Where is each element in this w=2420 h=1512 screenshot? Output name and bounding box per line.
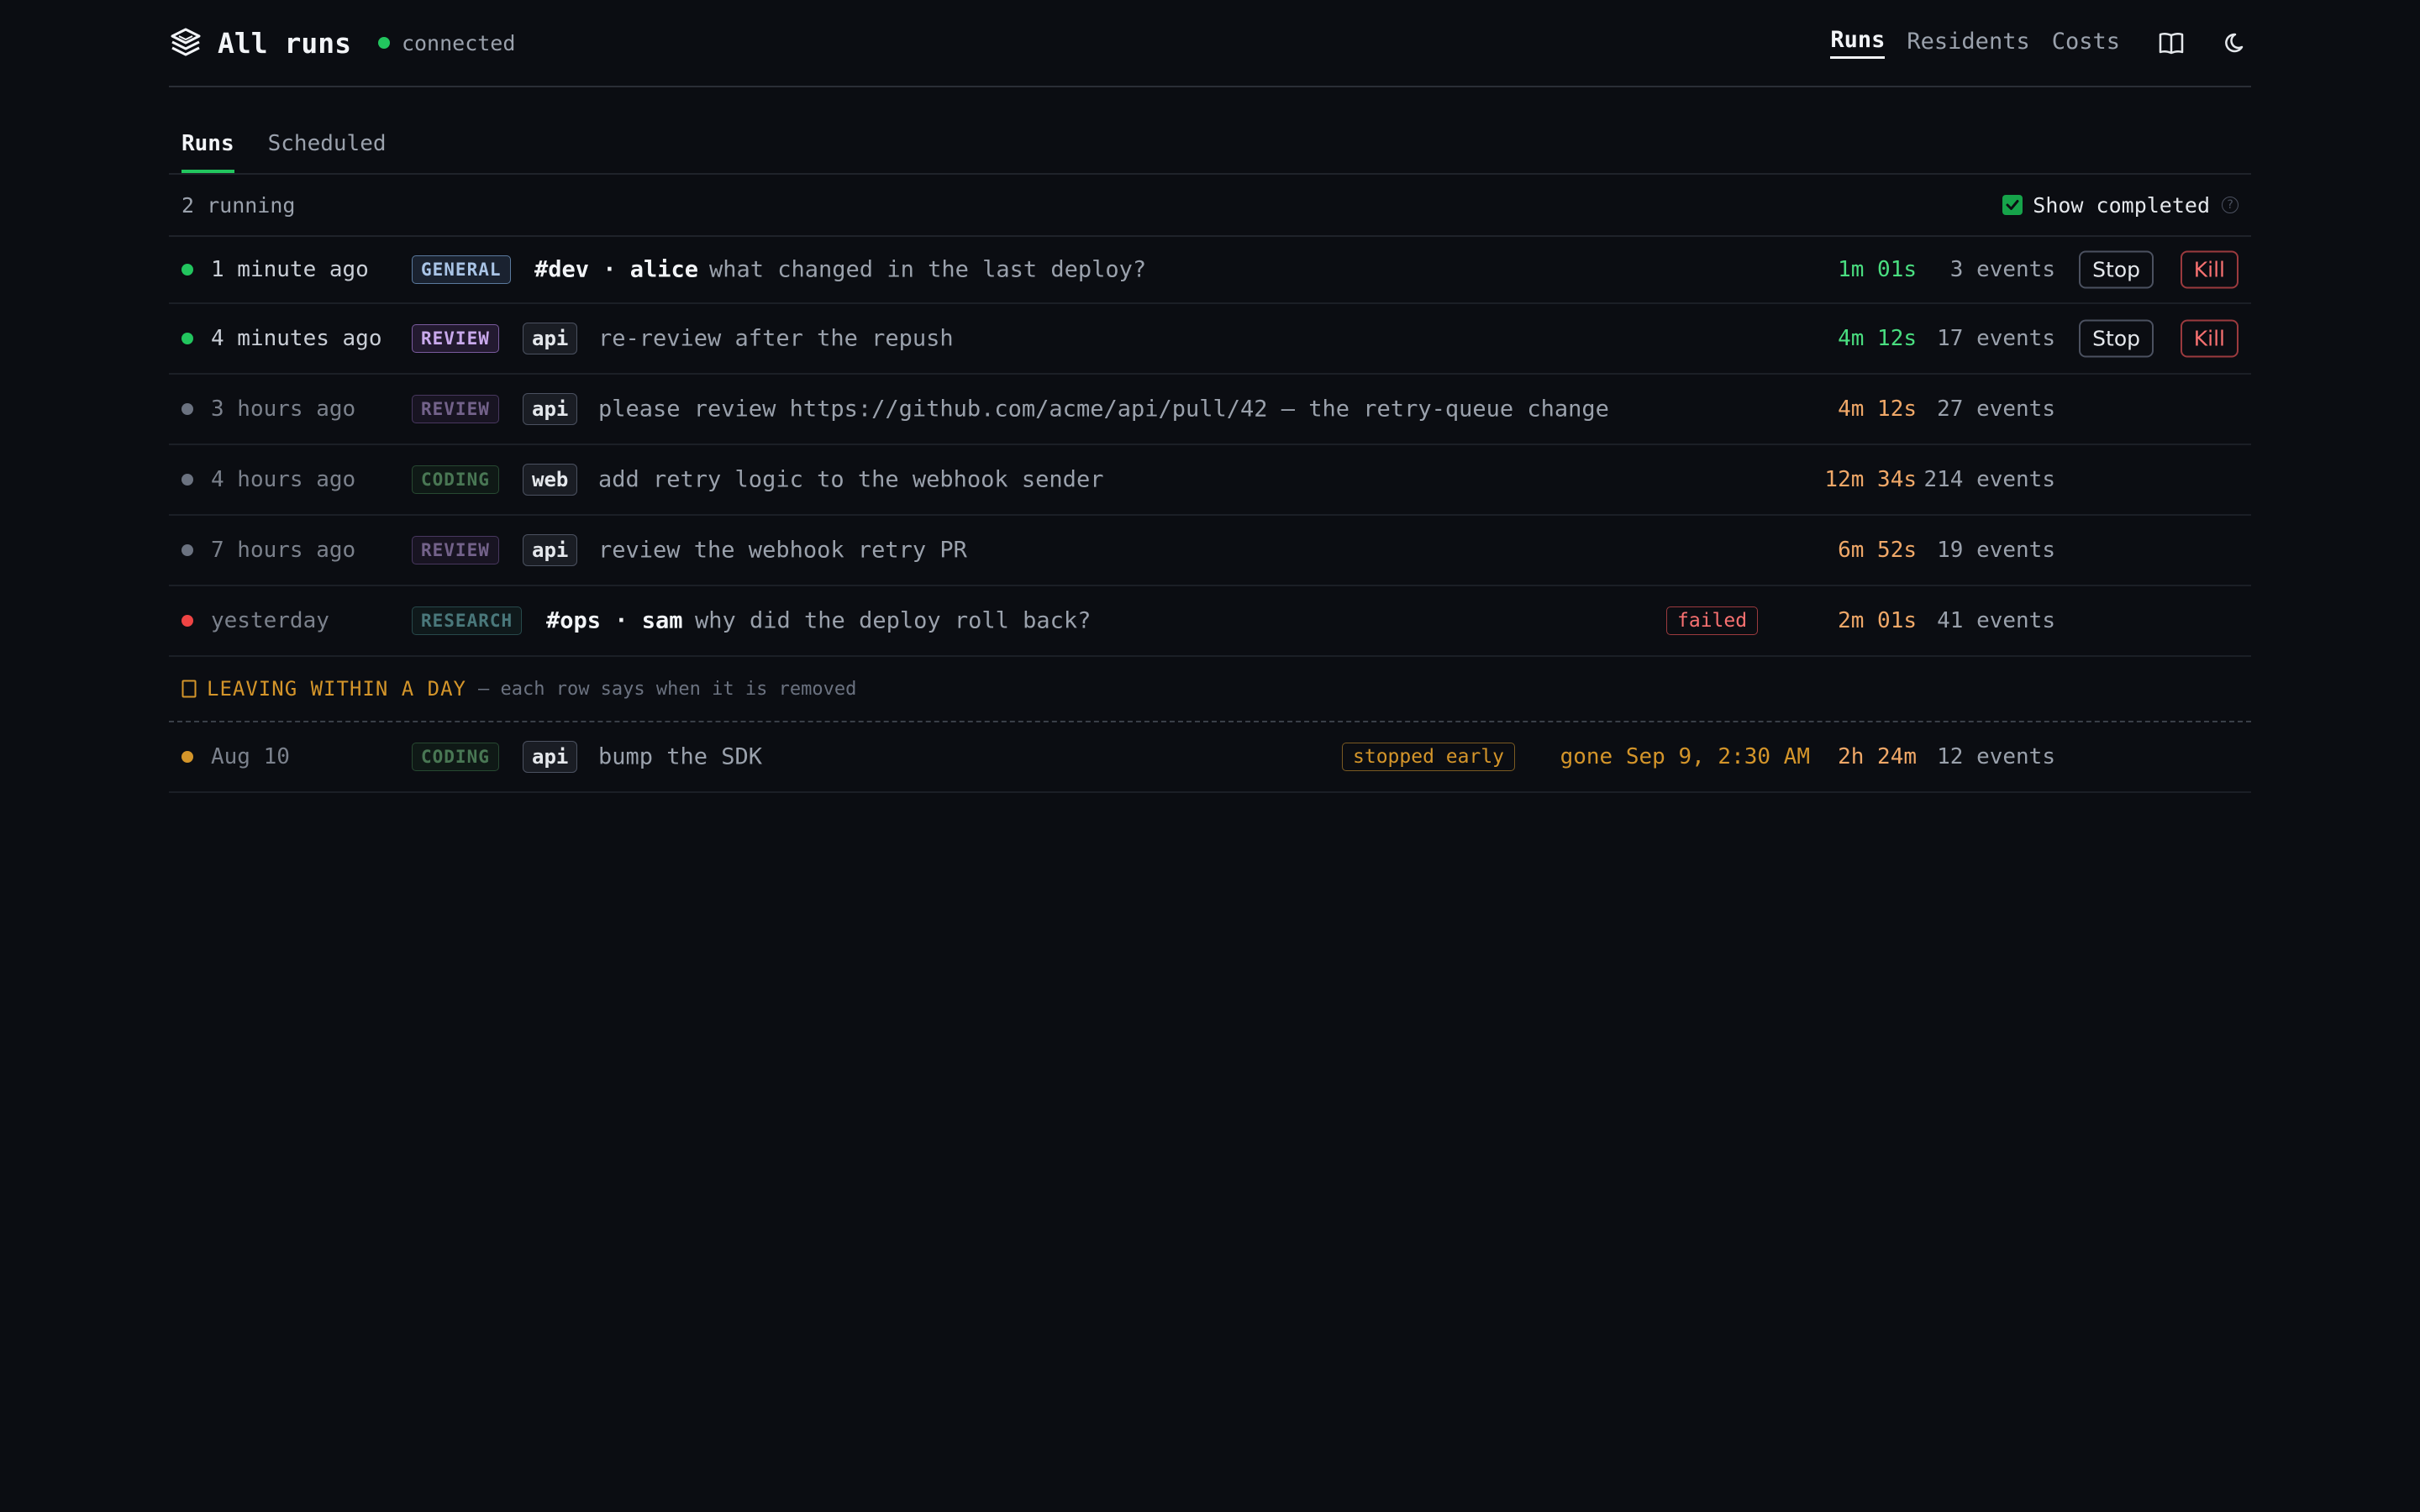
kind-badge: REVIEW bbox=[412, 536, 499, 564]
kind-badge: CODING bbox=[412, 465, 499, 494]
show-completed-toggle[interactable]: Show completed ? bbox=[2002, 193, 2238, 218]
kind-badge: RESEARCH bbox=[412, 606, 523, 635]
page-title: All runs bbox=[218, 26, 351, 60]
book-icon[interactable] bbox=[2157, 29, 2186, 57]
repo-badge: api bbox=[523, 741, 578, 773]
stop-button[interactable]: Stop bbox=[2079, 250, 2154, 289]
show-completed-label: Show completed bbox=[2033, 192, 2210, 218]
channel-label: #ops · sam bbox=[546, 607, 683, 634]
status-dot-completed bbox=[182, 474, 193, 486]
run-prompt: add retry logic to the webhook sender bbox=[598, 466, 1104, 493]
status-dot-running bbox=[182, 333, 193, 344]
status-dot-completed bbox=[182, 403, 193, 415]
status-dot-failed bbox=[182, 615, 193, 627]
run-row[interactable]: Aug 10 CODING api bump the SDK stopped e… bbox=[169, 722, 2251, 793]
nav-residents[interactable]: Residents bbox=[1907, 29, 2029, 58]
kind-badge: REVIEW bbox=[412, 395, 499, 423]
run-prompt: why did the deploy roll back? bbox=[695, 607, 1092, 634]
run-time: 3 hours ago bbox=[211, 396, 356, 422]
failed-badge: failed bbox=[1666, 606, 1759, 635]
run-duration: 1m 01s bbox=[1838, 257, 1917, 282]
hourglass-icon bbox=[182, 680, 197, 698]
run-prompt: what changed in the last deploy? bbox=[709, 256, 1147, 283]
run-row[interactable]: 3 hours ago REVIEW api please review htt… bbox=[169, 375, 2251, 445]
tab-bar: Runs Scheduled bbox=[169, 87, 2251, 175]
run-row[interactable]: 4 minutes ago REVIEW api re-review after… bbox=[169, 304, 2251, 375]
status-dot-running bbox=[182, 264, 193, 276]
run-time: yesterday bbox=[211, 608, 329, 633]
run-duration: 6m 52s bbox=[1838, 538, 1917, 563]
kill-button[interactable]: Kill bbox=[2180, 250, 2238, 289]
leaving-title: LEAVING WITHIN A DAY bbox=[207, 677, 466, 701]
nav-costs[interactable]: Costs bbox=[2052, 29, 2120, 58]
run-time: 4 hours ago bbox=[211, 467, 356, 492]
connection-label: connected bbox=[401, 30, 516, 55]
run-duration: 12m 34s bbox=[1824, 467, 1917, 492]
top-bar: All runs connected Runs Residents Costs bbox=[169, 0, 2251, 87]
event-count: 3 events bbox=[1949, 257, 2055, 282]
run-time: 4 minutes ago bbox=[211, 326, 382, 351]
run-duration: 4m 12s bbox=[1838, 326, 1917, 351]
tab-scheduled[interactable]: Scheduled bbox=[268, 131, 387, 173]
kill-button[interactable]: Kill bbox=[2180, 319, 2238, 358]
kind-badge: CODING bbox=[412, 743, 499, 771]
kind-badge: REVIEW bbox=[412, 324, 499, 353]
run-row[interactable]: 1 minute ago GENERAL #dev · alice what c… bbox=[169, 237, 2251, 304]
event-count: 12 events bbox=[1937, 744, 2055, 769]
run-prompt: bump the SDK bbox=[598, 743, 763, 770]
run-prompt: please review https://github.com/acme/ap… bbox=[598, 396, 1609, 423]
repo-badge: api bbox=[523, 323, 578, 354]
event-count: 41 events bbox=[1937, 608, 2055, 633]
run-row[interactable]: 7 hours ago REVIEW api review the webhoo… bbox=[169, 516, 2251, 586]
header-left: All runs connected bbox=[169, 26, 515, 60]
run-time: 7 hours ago bbox=[211, 538, 356, 563]
connection-dot bbox=[377, 37, 390, 49]
stop-button[interactable]: Stop bbox=[2079, 319, 2154, 358]
kind-badge: GENERAL bbox=[412, 255, 511, 284]
show-completed-checkbox[interactable] bbox=[2002, 195, 2023, 215]
tab-runs[interactable]: Runs bbox=[182, 131, 234, 173]
event-count: 27 events bbox=[1937, 396, 2055, 422]
run-duration: 2h 24m bbox=[1838, 744, 1917, 769]
repo-badge: api bbox=[523, 534, 578, 566]
status-dot-stopped bbox=[182, 751, 193, 763]
connection-status: connected bbox=[377, 30, 516, 55]
event-count: 214 events bbox=[1923, 467, 2055, 492]
run-prompt: review the webhook retry PR bbox=[598, 537, 967, 564]
leaving-section-header: LEAVING WITHIN A DAY — each row says whe… bbox=[169, 657, 2251, 722]
run-row[interactable]: yesterday RESEARCH #ops · sam why did th… bbox=[169, 586, 2251, 657]
help-icon[interactable]: ? bbox=[2222, 197, 2238, 213]
run-prompt: re-review after the repush bbox=[598, 325, 954, 352]
gone-date: gone Sep 9, 2:30 AM bbox=[1560, 744, 1810, 769]
stopped-early-badge: stopped early bbox=[1342, 743, 1516, 771]
event-count: 17 events bbox=[1937, 326, 2055, 351]
leaving-subtitle: — each row says when it is removed bbox=[477, 678, 857, 700]
run-time: 1 minute ago bbox=[211, 257, 369, 282]
run-time: Aug 10 bbox=[211, 744, 290, 769]
run-row[interactable]: 4 hours ago CODING web add retry logic t… bbox=[169, 445, 2251, 516]
status-dot-completed bbox=[182, 544, 193, 556]
check-icon bbox=[2006, 200, 2019, 210]
event-count: 19 events bbox=[1937, 538, 2055, 563]
run-duration: 2m 01s bbox=[1838, 608, 1917, 633]
header-nav: Runs Residents Costs bbox=[1808, 27, 2251, 59]
nav-runs[interactable]: Runs bbox=[1830, 27, 1886, 59]
run-duration: 4m 12s bbox=[1838, 396, 1917, 422]
repo-badge: api bbox=[523, 393, 578, 425]
repo-badge: web bbox=[523, 464, 578, 496]
running-count: 2 running bbox=[182, 192, 296, 218]
stack-logo-icon bbox=[169, 26, 203, 60]
moon-icon[interactable] bbox=[2223, 29, 2251, 57]
channel-label: #dev · alice bbox=[534, 256, 699, 283]
runs-toolbar: 2 running Show completed ? bbox=[169, 175, 2251, 237]
